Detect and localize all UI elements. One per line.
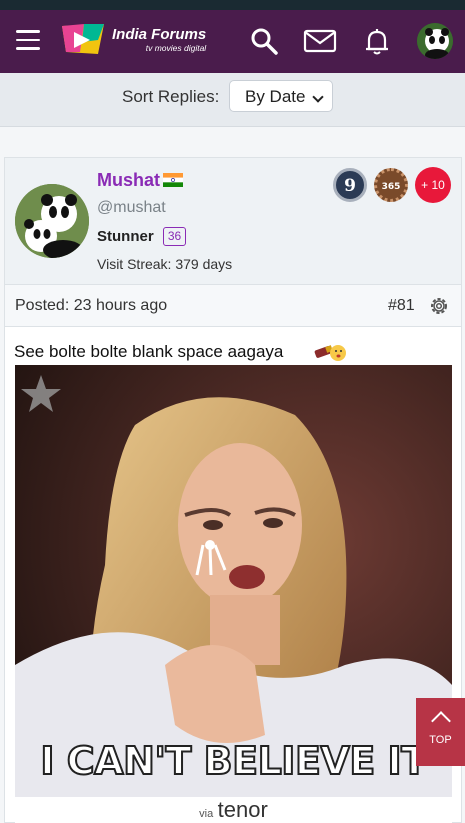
author-username[interactable]: Mushat [97,170,160,191]
india-flag-icon [163,173,183,187]
logo-subtitle: tv movies digital [145,43,207,53]
sort-selected-value: By Date [245,87,306,106]
site-logo[interactable]: India Forums tv movies digital [60,22,206,58]
search-icon[interactable] [248,25,280,57]
lipstick-face-emoji-icon [314,345,346,361]
user-avatar[interactable] [417,23,453,59]
post-number[interactable]: #81 [388,297,415,315]
sort-dropdown[interactable]: By Date [229,80,333,112]
badge-medal-9[interactable]: 9 [333,168,367,202]
chevron-up-icon [430,711,451,731]
sort-label: Sort Replies: [122,87,220,106]
mail-icon[interactable] [302,25,338,57]
bell-icon[interactable] [361,25,393,57]
status-bar [0,0,465,10]
gear-icon[interactable] [428,295,450,317]
logo-title: India Forums [112,26,207,43]
more-badges-button[interactable]: + 10 [415,167,451,203]
app-header: India Forums tv movies digital [0,10,465,73]
tenor-logo: tenor [217,797,268,822]
author-handle: @mushat [97,199,166,216]
badge-365-label: 365 [382,182,401,192]
author-card: Mushat @mushat Stunner 36 Visit Streak: … [5,158,461,284]
visit-streak: Visit Streak: 379 days [97,256,233,272]
via-label: via [199,808,214,820]
menu-icon[interactable] [16,30,42,52]
post-meta: Posted: 23 hours ago #81 [5,284,461,327]
author-rank: Stunner [97,228,154,245]
post-content-text: See bolte bolte blank space aagaya [14,342,284,361]
badge-medal-365[interactable]: 365 [374,168,408,202]
badge-9-label: 9 [344,176,356,196]
logo-icon [62,24,104,54]
tenor-attribution[interactable]: via tenor [15,797,452,823]
sort-bar: Sort Replies: By Date [0,73,465,127]
scroll-to-top-button[interactable]: TOP [416,698,465,766]
chevron-down-icon [312,91,324,103]
top-button-label: TOP [429,734,452,746]
gif-image [15,365,452,802]
post-timestamp: Posted: 23 hours ago [15,297,168,314]
gif-caption: I CAN'T BELIEVE IT [39,738,428,784]
post-gif[interactable]: I CAN'T BELIEVE IT [15,365,452,802]
author-avatar[interactable] [15,184,89,258]
rank-level-badge: 36 [163,227,186,246]
